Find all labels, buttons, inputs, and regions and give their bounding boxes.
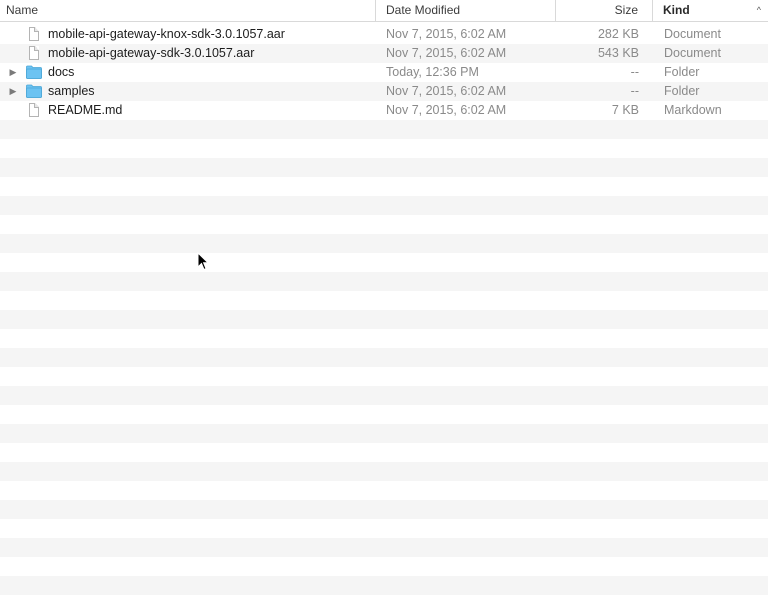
document-icon — [26, 25, 42, 44]
file-date-modified: Today, 12:36 PM — [386, 65, 479, 79]
column-header-size-label: Size — [614, 3, 638, 17]
column-header-bar: Name Date Modified Size Kind ^ — [0, 0, 768, 22]
disclosure-triangle-icon[interactable]: ▶ — [6, 82, 20, 101]
file-list: mobile-api-gateway-knox-sdk-3.0.1057.aar… — [0, 22, 768, 599]
file-name: samples — [48, 84, 95, 98]
document-icon — [26, 44, 42, 63]
file-size: -- — [630, 84, 639, 98]
file-size: 543 KB — [597, 46, 639, 60]
column-header-name[interactable]: Name — [0, 0, 376, 21]
disclosure-placeholder — [6, 44, 20, 63]
file-size: 282 KB — [597, 27, 639, 41]
column-header-name-label: Name — [6, 3, 39, 17]
file-date-modified: Nov 7, 2015, 6:02 AM — [386, 84, 507, 98]
disclosure-placeholder — [6, 101, 20, 120]
column-header-kind[interactable]: Kind ^ — [653, 0, 768, 21]
file-kind: Document — [664, 27, 721, 41]
file-row[interactable]: ▶ samples Nov 7, 2015, 6:02 AM -- Folder — [0, 82, 768, 101]
column-header-date-modified[interactable]: Date Modified — [376, 0, 556, 21]
file-row[interactable]: mobile-api-gateway-sdk-3.0.1057.aar Nov 7… — [0, 44, 768, 63]
document-icon — [26, 101, 42, 120]
file-size: 7 KB — [611, 103, 639, 117]
disclosure-placeholder — [6, 25, 20, 44]
file-kind: Markdown — [664, 103, 722, 117]
folder-icon — [26, 63, 42, 82]
finder-list-view: Name Date Modified Size Kind ^ mobile-ap… — [0, 0, 768, 599]
sort-ascending-icon[interactable]: ^ — [757, 0, 761, 21]
file-name: mobile-api-gateway-sdk-3.0.1057.aar — [48, 46, 255, 60]
folder-icon — [26, 82, 42, 101]
file-row[interactable]: README.md Nov 7, 2015, 6:02 AM 7 KB Markdow… — [0, 101, 768, 120]
file-kind: Folder — [664, 65, 700, 79]
disclosure-triangle-icon[interactable]: ▶ — [6, 63, 20, 82]
file-row[interactable]: mobile-api-gateway-knox-sdk-3.0.1057.aar… — [0, 25, 768, 44]
column-header-date-label: Date Modified — [386, 3, 461, 17]
file-size: -- — [630, 65, 639, 79]
file-date-modified: Nov 7, 2015, 6:02 AM — [386, 46, 507, 60]
column-header-kind-label: Kind — [663, 3, 690, 17]
file-kind: Document — [664, 46, 721, 60]
file-name: README.md — [48, 103, 123, 117]
file-row[interactable]: ▶ docs Today, 12:36 PM -- Folder — [0, 63, 768, 82]
file-name: mobile-api-gateway-knox-sdk-3.0.1057.aar — [48, 27, 285, 41]
file-name: docs — [48, 65, 75, 79]
file-date-modified: Nov 7, 2015, 6:02 AM — [386, 27, 507, 41]
file-kind: Folder — [664, 84, 700, 98]
file-date-modified: Nov 7, 2015, 6:02 AM — [386, 103, 507, 117]
column-header-size[interactable]: Size — [556, 0, 653, 21]
mouse-pointer-icon — [197, 252, 209, 271]
